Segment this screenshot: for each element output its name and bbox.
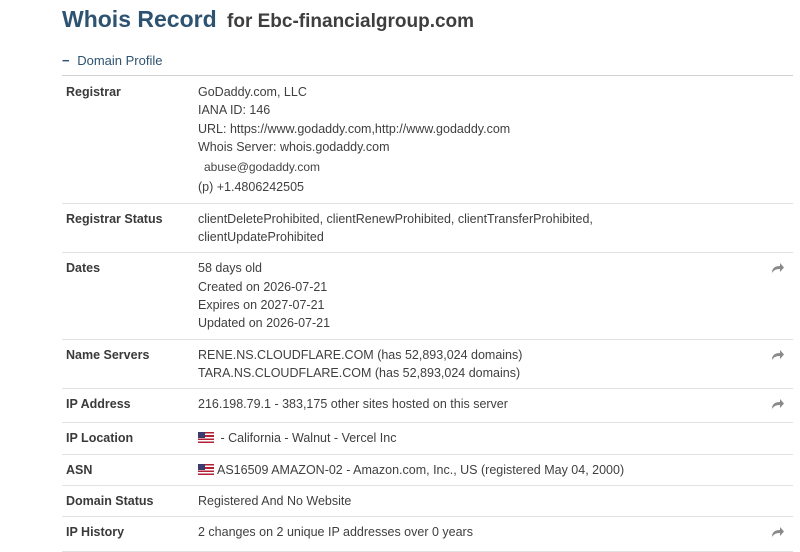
status-line: clientDeleteProhibited, clientRenewProhi… — [198, 211, 593, 226]
share-arrow-icon[interactable] — [771, 525, 785, 539]
domain-profile-label: Domain Profile — [77, 53, 163, 68]
us-flag-icon — [198, 463, 214, 475]
row-value: 216.198.79.1 - 383,175 other sites hoste… — [198, 388, 763, 424]
share-arrow-icon[interactable] — [771, 261, 785, 275]
whois-server: Whois Server: whois.godaddy.com — [198, 139, 390, 154]
asn-text: AS16509 AMAZON-02 - Amazon.com, Inc., US… — [217, 462, 625, 477]
abuse-email: abuse@godaddy.com — [204, 160, 321, 175]
row-dates: Dates 58 days old Created on 2026-07-21 … — [62, 252, 793, 340]
row-value: RENE.NS.CLOUDFLARE.COM (has 52,893,024 d… — [198, 339, 763, 390]
updated-date: Updated on 2026-07-21 — [198, 316, 331, 331]
row-value: Registered And No Website — [198, 485, 763, 518]
row-domain-status: Domain Status Registered And No Website — [62, 485, 793, 518]
row-key: Name Servers — [62, 339, 198, 390]
row-key: Registrar — [62, 77, 198, 204]
page-title: Whois Record for Ebc-financialgroup.com — [62, 6, 474, 33]
row-key: Domain Status — [62, 485, 198, 518]
row-value: - California - Walnut - Vercel Inc — [198, 422, 763, 455]
row-value: 58 days old Created on 2026-07-21 Expire… — [198, 252, 763, 340]
row-value: GoDaddy.com, LLC IANA ID: 146 URL: https… — [198, 77, 763, 204]
row-value: AS16509 AMAZON-02 - Amazon.com, Inc., US… — [198, 454, 763, 487]
row-ip-history: IP History 2 changes on 2 unique IP addr… — [62, 516, 793, 552]
domain-age: 58 days old — [198, 261, 262, 276]
row-ip-location: IP Location - California - Walnut - Verc… — [62, 422, 793, 455]
row-asn: ASN AS16509 AMAZON-02 - Amazon.com, Inc.… — [62, 454, 793, 487]
row-key: Dates — [62, 252, 198, 340]
domain-profile-toggle[interactable]: − Domain Profile — [62, 53, 162, 68]
share-arrow-icon[interactable] — [771, 397, 785, 411]
name-server-2: TARA.NS.CLOUDFLARE.COM (has 52,893,024 d… — [198, 365, 521, 380]
created-date: Created on 2026-07-21 — [198, 279, 328, 294]
collapse-icon: − — [62, 53, 70, 68]
registrar-name: GoDaddy.com, LLC — [198, 85, 307, 99]
row-value: clientDeleteProhibited, clientRenewProhi… — [198, 203, 763, 254]
page-title-main: Whois Record — [62, 6, 217, 32]
row-value: 2 changes on 2 unique IP addresses over … — [198, 516, 763, 552]
domain-profile-table: Registrar GoDaddy.com, LLC IANA ID: 146 … — [62, 77, 793, 552]
iana-id: IANA ID: 146 — [198, 103, 271, 118]
status-line: clientUpdateProhibited — [198, 230, 324, 245]
row-key: IP Address — [62, 388, 198, 424]
row-key: ASN — [62, 454, 198, 487]
section-divider — [62, 75, 793, 76]
ip-location-text: - California - Walnut - Vercel Inc — [217, 431, 397, 446]
row-key: IP Location — [62, 422, 198, 455]
row-key: IP History — [62, 516, 198, 552]
name-server-1: RENE.NS.CLOUDFLARE.COM (has 52,893,024 d… — [198, 347, 523, 362]
page-title-domain: for Ebc-financialgroup.com — [227, 11, 475, 32]
row-key: Registrar Status — [62, 203, 198, 254]
us-flag-icon — [198, 432, 214, 444]
row-name-servers: Name Servers RENE.NS.CLOUDFLARE.COM (has… — [62, 339, 793, 390]
row-ip-address: IP Address 216.198.79.1 - 383,175 other … — [62, 388, 793, 424]
registrar-url: URL: https://www.godaddy.com,http://www.… — [198, 121, 511, 136]
share-arrow-icon[interactable] — [771, 348, 785, 362]
row-registrar: Registrar GoDaddy.com, LLC IANA ID: 146 … — [62, 77, 793, 204]
expires-date: Expires on 2027-07-21 — [198, 297, 325, 312]
registrar-phone: (p) +1.4806242505 — [198, 180, 304, 195]
row-registrar-status: Registrar Status clientDeleteProhibited,… — [62, 203, 793, 254]
